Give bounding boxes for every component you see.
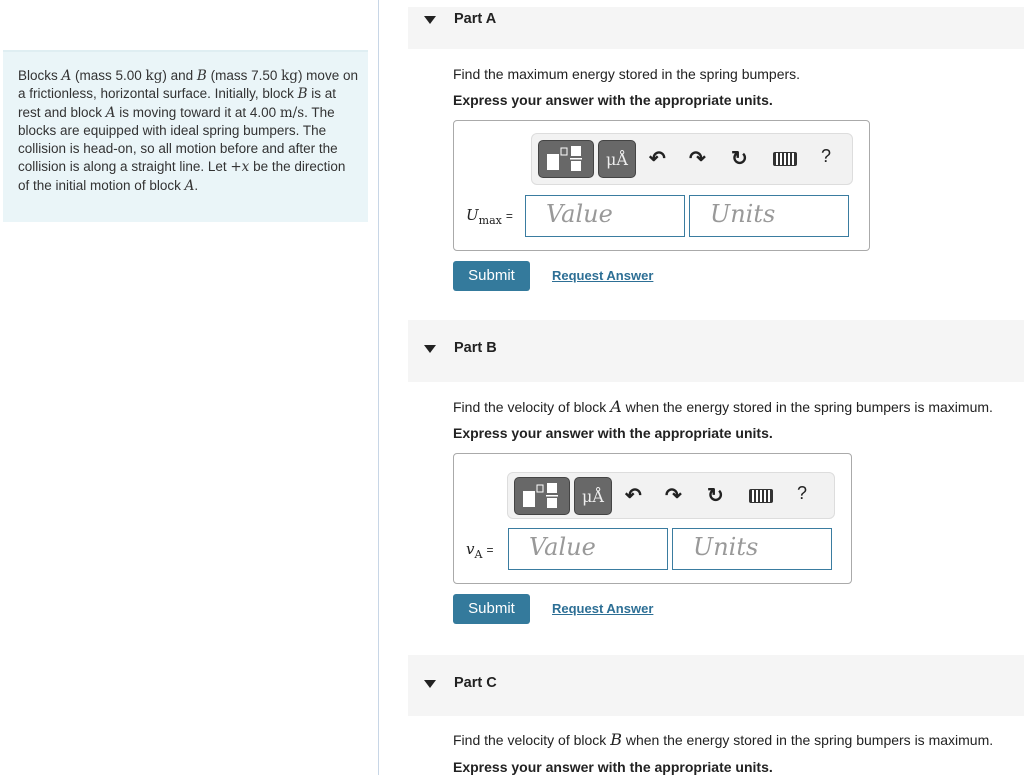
templates-icon: [523, 482, 558, 508]
undo-icon[interactable]: ↶: [625, 483, 642, 508]
text: when the energy stored in the spring bum…: [621, 732, 994, 748]
value-input[interactable]: Value: [508, 528, 668, 570]
text: ) and: [162, 68, 197, 83]
answer-label: vA =: [466, 540, 493, 561]
answer-box: μÅ ↶ ↷ ↻? vA = Value Units: [453, 453, 852, 584]
redo-icon[interactable]: ↷: [689, 146, 706, 171]
help-icon[interactable]: ?: [797, 483, 807, 504]
collapse-triangle-icon[interactable]: [424, 16, 436, 24]
instruction-text: Express your answer with the appropriate…: [453, 92, 773, 108]
instruction-text: Express your answer with the appropriate…: [453, 759, 773, 775]
text: is moving toward it at 4.00: [115, 104, 280, 120]
text: (mass 7.50: [206, 68, 282, 83]
units-input[interactable]: Units: [672, 528, 832, 570]
question-text: Find the maximum energy stored in the sp…: [453, 64, 800, 83]
divider: [378, 0, 379, 775]
templates-button[interactable]: [514, 476, 570, 515]
text: when the energy stored in the spring bum…: [621, 399, 993, 415]
text: Find the maximum energy stored in the sp…: [453, 66, 801, 82]
request-answer-link[interactable]: Request Answer: [552, 601, 653, 616]
math: +x: [230, 159, 250, 176]
label-subscript: max: [478, 214, 502, 227]
problem-statement: Blocks A (mass 5.00 kg) and B (mass 7.50…: [3, 50, 368, 222]
text: .: [194, 177, 199, 193]
redo-icon[interactable]: ↷: [665, 483, 682, 508]
units-button[interactable]: μÅ: [598, 140, 636, 178]
keyboard-icon[interactable]: [773, 152, 797, 166]
math: kg: [281, 68, 298, 84]
math: A: [610, 397, 622, 416]
math: B: [196, 68, 207, 84]
text: Blocks: [18, 68, 62, 83]
templates-button[interactable]: [538, 140, 594, 178]
label-variable: U: [466, 206, 479, 224]
math: B: [297, 86, 308, 103]
math: m/s: [279, 104, 305, 121]
part-header-b[interactable]: Part B: [408, 320, 1024, 382]
math: kg: [145, 68, 163, 84]
math: B: [610, 730, 622, 749]
text: Find the velocity of block: [453, 399, 611, 415]
math: A: [105, 104, 116, 121]
units-input[interactable]: Units: [689, 195, 849, 237]
help-icon[interactable]: ?: [821, 146, 831, 167]
answer-box: μÅ ↶ ↷ ↻? Umax = Value Units: [453, 120, 870, 251]
part-title: Part A: [454, 11, 497, 27]
equals-sign: =: [486, 543, 494, 557]
text: (mass 5.00: [71, 68, 146, 83]
math-toolbar: μÅ ↶ ↷ ↻?: [531, 133, 853, 185]
reset-icon[interactable]: ↻: [731, 146, 748, 171]
submit-button[interactable]: Submit: [453, 261, 530, 291]
text: Find the velocity of block: [453, 732, 611, 748]
math: A: [61, 68, 72, 84]
label-subscript: A: [474, 548, 483, 561]
question-text: Find the velocity of block A when the en…: [453, 397, 993, 416]
answer-label: Umax =: [466, 206, 513, 227]
part-title: Part C: [454, 674, 497, 691]
part-header-c[interactable]: Part C: [408, 655, 1024, 716]
question-text: Find the velocity of block B when the en…: [453, 730, 993, 749]
collapse-triangle-icon[interactable]: [424, 679, 436, 688]
value-input[interactable]: Value: [525, 195, 685, 237]
reset-icon[interactable]: ↻: [707, 483, 724, 508]
templates-icon: [547, 146, 582, 171]
undo-icon[interactable]: ↶: [649, 146, 666, 171]
keyboard-icon[interactable]: [749, 488, 773, 503]
math: A: [184, 177, 195, 194]
request-answer-link[interactable]: Request Answer: [552, 268, 653, 283]
part-header-a[interactable]: Part A: [408, 7, 1024, 49]
equals-sign: =: [505, 209, 513, 223]
math-toolbar: μÅ ↶ ↷ ↻?: [507, 472, 835, 519]
instruction-text: Express your answer with the appropriate…: [453, 425, 773, 441]
collapse-triangle-icon[interactable]: [424, 345, 436, 353]
units-button[interactable]: μÅ: [574, 476, 612, 515]
part-title: Part B: [454, 340, 497, 356]
submit-button[interactable]: Submit: [453, 594, 530, 624]
